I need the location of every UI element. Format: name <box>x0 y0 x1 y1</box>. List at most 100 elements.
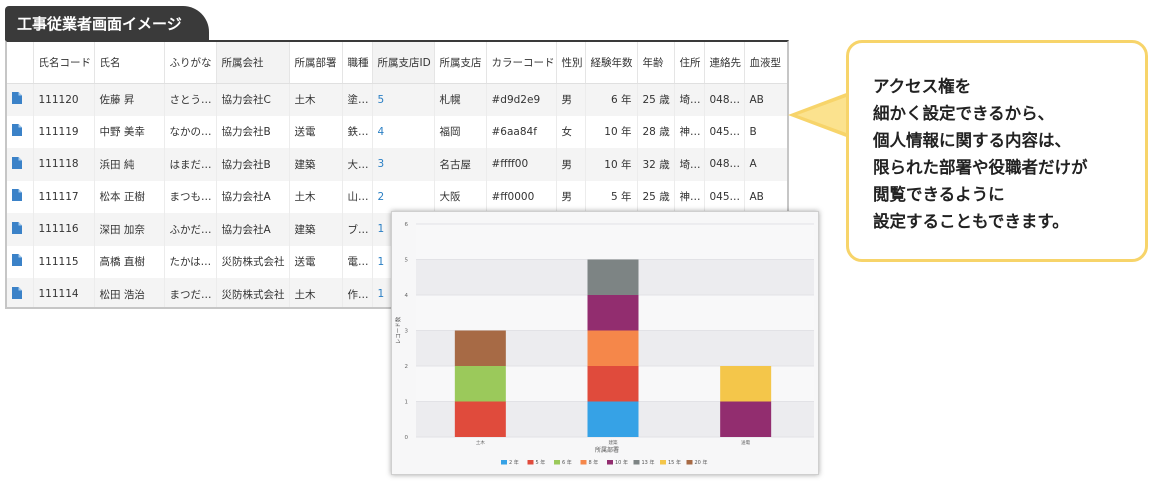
row-icon-cell[interactable] <box>7 278 34 307</box>
table-cell: 電… <box>342 245 373 278</box>
table-cell: ブ… <box>342 213 373 246</box>
table-cell: 男 <box>556 83 586 116</box>
branch-id-link[interactable]: 5 <box>372 83 435 116</box>
table-cell: 111116 <box>33 213 95 246</box>
legend-label: 20 年 <box>695 459 708 466</box>
branch-id-link[interactable]: 2 <box>372 180 435 213</box>
table-cell: 111115 <box>33 245 95 278</box>
column-header[interactable]: 所属部署 <box>289 42 343 84</box>
column-header[interactable]: 氏名コード <box>33 42 95 84</box>
table-cell: 男 <box>556 148 586 181</box>
table-cell: 神… <box>674 180 705 213</box>
table-cell: まつだ… <box>164 278 217 307</box>
table-cell: 高橋 直樹 <box>94 245 165 278</box>
y-tick-label: 3 <box>405 329 409 335</box>
column-header[interactable]: 所属会社 <box>216 42 290 84</box>
table-cell: 協力会社B <box>216 148 290 181</box>
document-icon[interactable] <box>12 254 22 267</box>
column-header[interactable]: 住所 <box>674 42 705 84</box>
bar-segment <box>454 330 506 366</box>
table-cell: 大… <box>342 148 373 181</box>
callout-line: 限られた部署や役職者だけが <box>873 158 1088 177</box>
table-cell: たかは… <box>164 245 217 278</box>
column-header[interactable]: 氏名 <box>94 42 165 84</box>
column-header[interactable]: 経験年数 <box>585 42 638 84</box>
table-cell: 土木 <box>289 180 343 213</box>
y-tick-label: 2 <box>405 364 409 370</box>
column-header[interactable]: 連絡先 <box>704 42 745 84</box>
branch-id-link[interactable]: 3 <box>372 148 435 181</box>
y-tick-label: 5 <box>405 258 409 264</box>
table-cell: 佐藤 昇 <box>94 83 165 116</box>
table-cell: 浜田 純 <box>94 148 165 181</box>
bar-segment <box>587 366 639 402</box>
table-cell: 協力会社A <box>216 213 290 246</box>
table-cell: #6aa84f <box>486 115 557 148</box>
column-header[interactable]: 職種 <box>342 42 373 84</box>
document-icon[interactable] <box>12 156 22 169</box>
legend-swatch <box>686 460 693 465</box>
table-cell: さとう… <box>164 83 217 116</box>
table-cell: 32 歳 <box>637 148 675 181</box>
bar-segment <box>454 401 506 437</box>
legend-label: 2 年 <box>509 459 519 466</box>
legend-label: 10 年 <box>615 459 628 466</box>
table-cell: 111119 <box>33 115 95 148</box>
callout-line: 細かく設定できるから、 <box>873 104 1055 123</box>
table-cell: 福岡 <box>434 115 487 148</box>
row-icon-cell[interactable] <box>7 213 34 246</box>
document-icon[interactable] <box>12 189 22 202</box>
table-cell: 28 歳 <box>637 115 675 148</box>
table-cell: 111117 <box>33 180 95 213</box>
row-icon-cell[interactable] <box>7 148 34 181</box>
callout-line: 設定することもできます。 <box>873 212 1069 231</box>
y-tick-label: 1 <box>405 400 409 406</box>
document-icon[interactable] <box>12 92 22 104</box>
stacked-bar-chart: 0 1 2 3 4 5 6 レコード数土木 建築 送電所属部署 2 年 5 年 6 年 8 年 10 年 13… <box>394 222 814 466</box>
legend-label: 5 年 <box>536 459 546 466</box>
document-icon[interactable] <box>12 124 22 137</box>
table-cell: 塗… <box>342 83 373 116</box>
column-header[interactable]: カラーコード <box>486 42 557 84</box>
branch-id-link[interactable]: 4 <box>372 115 435 148</box>
table-cell: 山… <box>342 180 373 213</box>
table-cell: 大阪 <box>434 180 487 213</box>
table-cell: 25 歳 <box>637 180 675 213</box>
table-cell: A <box>744 148 787 181</box>
column-header[interactable]: 所属支店ID <box>372 42 435 84</box>
table-cell: はまだ… <box>164 148 217 181</box>
document-icon[interactable] <box>12 286 22 299</box>
icon-column-header[interactable] <box>7 42 34 84</box>
table-cell: #ffff00 <box>486 148 557 181</box>
column-header[interactable]: 所属支店 <box>434 42 487 84</box>
row-icon-cell[interactable] <box>7 180 34 213</box>
row-icon-cell[interactable] <box>7 83 34 116</box>
table-cell: 111114 <box>33 278 95 307</box>
document-icon[interactable] <box>12 221 22 234</box>
column-header[interactable]: 年齢 <box>637 42 675 84</box>
table-cell: 協力会社A <box>216 180 290 213</box>
table-cell: 土木 <box>289 278 343 307</box>
table-cell: 男 <box>556 180 586 213</box>
column-header[interactable]: 血液型 <box>744 42 787 84</box>
table-cell: 048… <box>704 83 745 116</box>
access-right-callout: アクセス権を 細かく設定できるから、 個人情報に関する内容は、 限られた部署や役… <box>846 40 1148 262</box>
table-cell: 送電 <box>289 115 343 148</box>
row-icon-cell[interactable] <box>7 115 34 148</box>
table-row[interactable]: 111120 佐藤 昇さとう… 協力会社C 土木 塗… 5 札幌 #d9d2e9 男 6 年 25 … <box>7 83 787 116</box>
legend-swatch <box>607 460 613 465</box>
row-icon-cell[interactable] <box>7 245 34 278</box>
table-cell: まつも… <box>164 180 217 213</box>
legend-swatch <box>660 460 666 465</box>
column-header[interactable]: 性別 <box>556 42 586 84</box>
table-cell: 10 年 <box>585 115 638 148</box>
y-axis-label: レコード数 <box>394 316 402 344</box>
table-cell: #ff0000 <box>486 180 557 213</box>
table-row[interactable]: 111119 中野 美幸 なかの… 協力会社B 送電 鉄… 4 福岡 #6aa84f 女 10 年2… <box>7 115 787 148</box>
bar-segment <box>587 401 639 437</box>
column-header[interactable]: ふりがな <box>164 42 217 84</box>
table-row[interactable]: 111118 浜田 純はまだ… 協力会社B 建築 大… 3 名古屋 #ffff00 男 10 年3… <box>7 148 787 181</box>
table-row[interactable]: 111117 松本 正樹 まつも… 協力会社A 土木 山… 2 大阪 #ff0000 男 5 年 25… <box>7 180 787 213</box>
table-cell: 女 <box>556 115 586 148</box>
bar-segment <box>587 295 639 331</box>
